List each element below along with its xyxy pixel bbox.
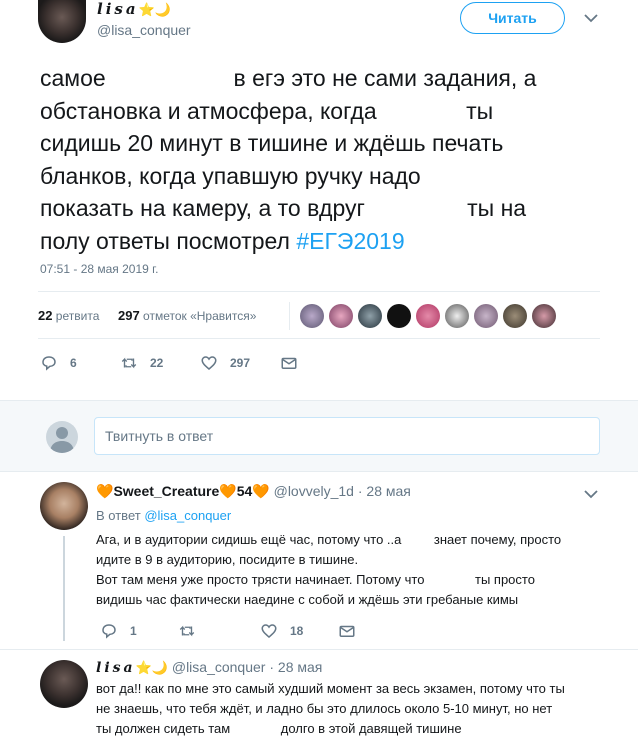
in-reply-handle-link[interactable]: @lisa_conquer <box>144 508 231 523</box>
message-action[interactable] <box>338 622 356 640</box>
author-name[interactable]: lisa⭐🌙 <box>97 0 171 18</box>
reply-time[interactable]: · 28 мая <box>358 483 411 499</box>
like-action[interactable]: 18 <box>260 622 303 640</box>
message-icon <box>281 357 297 369</box>
follow-button[interactable]: Читать <box>460 2 565 34</box>
divider <box>289 302 290 330</box>
reply-header: lisa⭐🌙 @lisa_conquer · 28 мая <box>96 659 322 676</box>
reply-author-name[interactable]: lisa <box>96 660 136 676</box>
in-reply-to: В ответ @lisa_conquer <box>96 508 232 523</box>
liker-avatar[interactable] <box>387 304 411 328</box>
hashtag-link[interactable]: #ЕГЭ2019 <box>296 228 404 254</box>
reply-author-name[interactable]: Sweet_Creature <box>113 483 219 499</box>
reply-compose-area: Твитнуть в ответ <box>0 400 638 472</box>
star-emoji-icon: ⭐🌙 <box>135 660 168 675</box>
tweet-timestamp[interactable]: 07:51 - 28 мая 2019 г. <box>40 262 158 276</box>
reply-action[interactable]: 1 <box>100 622 137 640</box>
reply-author-avatar[interactable] <box>40 660 88 708</box>
likes-stat[interactable]: 297 отметок «Нравится» <box>118 308 256 323</box>
reply-actions: 1 18 <box>100 622 400 642</box>
likers-avatars <box>300 304 556 330</box>
main-tweet: lisa⭐🌙 @lisa_conquer Читать самое в егэ … <box>0 0 638 400</box>
reply-input[interactable]: Твитнуть в ответ <box>94 417 600 455</box>
like-action[interactable]: 297 <box>200 354 250 372</box>
retweets-stat[interactable]: 22 ретвита <box>38 308 99 323</box>
reply-author-avatar[interactable] <box>40 482 88 530</box>
tweet-actions: 6 22 297 <box>40 354 340 374</box>
reply-tweet[interactable]: lisa⭐🌙 @lisa_conquer · 28 мая вот да!! к… <box>0 650 638 736</box>
author-handle[interactable]: @lisa_conquer <box>97 22 191 38</box>
reply-time[interactable]: · 28 мая <box>269 659 322 675</box>
reply-header: 🧡Sweet_Creature🧡54🧡 @lovvely_1d · 28 мая <box>96 483 411 499</box>
stats-bar: 22 ретвита 297 отметок «Нравится» <box>38 291 600 339</box>
star-emoji-icon: ⭐🌙 <box>138 3 171 18</box>
reply-action[interactable]: 6 <box>40 354 77 372</box>
liker-avatar[interactable] <box>329 304 353 328</box>
heart-emoji-icon: 🧡 <box>96 483 114 499</box>
tweet-text: самое в егэ это не сами задания, а обста… <box>40 65 537 254</box>
liker-avatar[interactable] <box>474 304 498 328</box>
reply-author-handle[interactable]: @lisa_conquer <box>172 659 266 675</box>
heart-emoji-icon: 🧡 <box>252 483 270 499</box>
reply-author-handle[interactable]: @lovvely_1d <box>274 483 354 499</box>
message-icon <box>339 625 355 637</box>
reply-icon <box>42 356 56 371</box>
retweet-action[interactable]: 22 <box>120 354 163 372</box>
message-action[interactable] <box>280 354 298 372</box>
user-avatar <box>46 421 78 453</box>
liker-avatar[interactable] <box>416 304 440 328</box>
like-icon <box>201 356 217 370</box>
retweet-icon <box>121 357 137 369</box>
like-icon <box>261 624 277 638</box>
chevron-down-icon[interactable] <box>584 12 598 26</box>
retweet-icon <box>179 625 195 637</box>
reply-text: Ага, и в аудитории сидишь ещё час, потом… <box>96 532 562 607</box>
liker-avatar[interactable] <box>358 304 382 328</box>
retweet-action[interactable] <box>178 622 196 640</box>
liker-avatar[interactable] <box>445 304 469 328</box>
liker-avatar[interactable] <box>532 304 556 328</box>
chevron-down-icon[interactable] <box>584 488 598 502</box>
liker-avatar[interactable] <box>300 304 324 328</box>
reply-text: вот да!! как по мне это самый худший мом… <box>96 681 565 736</box>
reply-tweet[interactable]: 🧡Sweet_Creature🧡54🧡 @lovvely_1d · 28 мая… <box>0 472 638 650</box>
author-avatar[interactable] <box>38 0 86 43</box>
heart-emoji-icon: 🧡 <box>219 483 237 499</box>
liker-avatar[interactable] <box>503 304 527 328</box>
thread-line <box>63 536 65 641</box>
reply-icon <box>102 624 116 639</box>
